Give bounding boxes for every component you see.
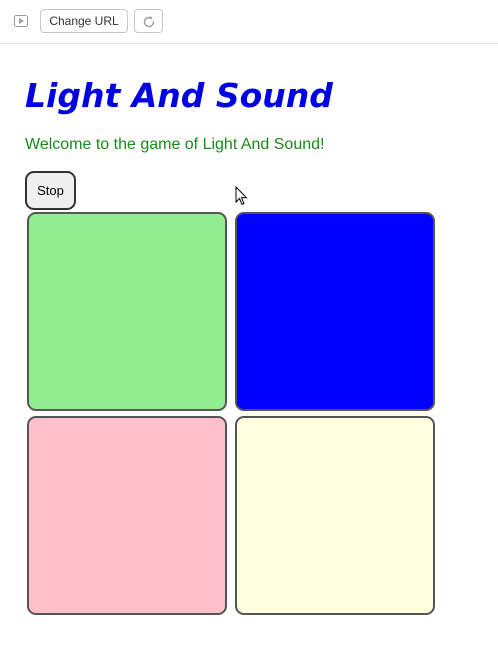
reload-button[interactable] bbox=[134, 9, 163, 33]
game-button-green[interactable] bbox=[27, 212, 227, 411]
game-button-blue[interactable] bbox=[235, 212, 435, 411]
page-title: Light And Sound bbox=[25, 76, 333, 115]
mouse-pointer-icon bbox=[235, 186, 248, 206]
play-icon[interactable] bbox=[14, 14, 28, 27]
game-button-yellow[interactable] bbox=[235, 416, 435, 615]
reload-icon bbox=[143, 16, 155, 28]
change-url-button[interactable]: Change URL bbox=[40, 9, 128, 33]
stop-button[interactable]: Stop bbox=[25, 171, 76, 210]
game-button-pink[interactable] bbox=[27, 416, 227, 615]
welcome-text: Welcome to the game of Light And Sound! bbox=[25, 136, 325, 153]
browser-toolbar: Change URL bbox=[0, 0, 498, 44]
